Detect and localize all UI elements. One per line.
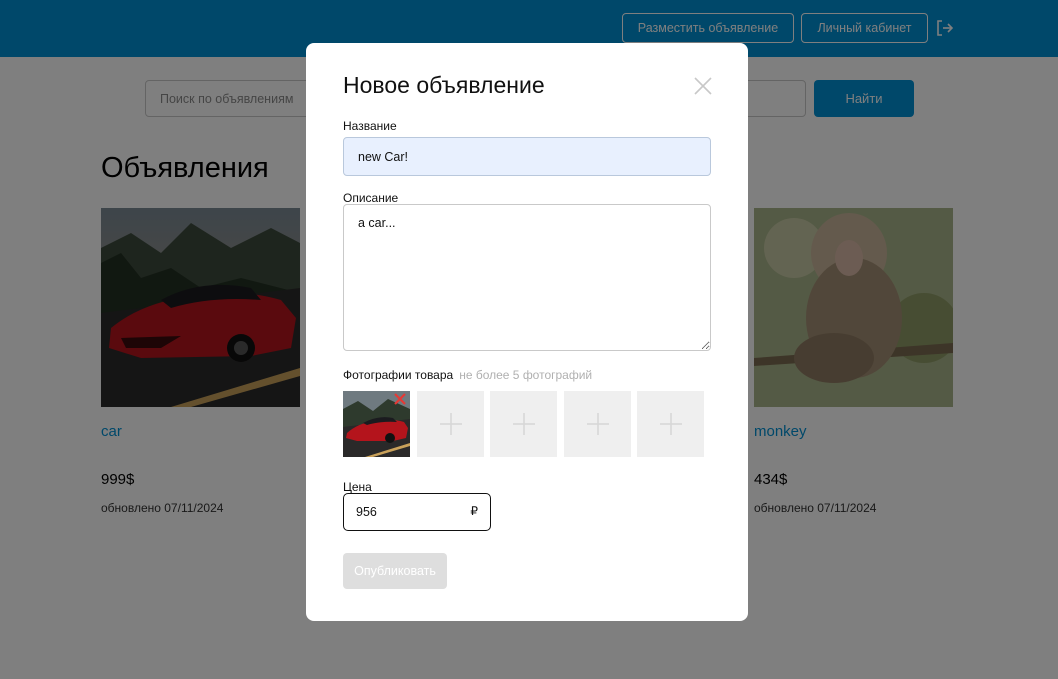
price-field[interactable] xyxy=(356,503,456,521)
name-label: Название xyxy=(343,119,397,133)
description-field[interactable]: a car... xyxy=(343,204,711,351)
add-photo-slot[interactable] xyxy=(490,391,557,457)
name-field[interactable] xyxy=(343,137,711,176)
currency-symbol: ₽ xyxy=(470,504,478,518)
price-field-wrapper[interactable]: ₽ xyxy=(343,493,491,531)
photos-limit-hint: не более 5 фотографий xyxy=(459,368,593,382)
remove-photo-icon[interactable] xyxy=(394,393,406,405)
plus-icon xyxy=(512,413,535,435)
add-photo-slot[interactable] xyxy=(564,391,631,457)
modal-title: Новое объявление xyxy=(343,72,545,98)
price-label: Цена xyxy=(343,480,372,494)
plus-icon xyxy=(439,413,462,435)
description-label: Описание xyxy=(343,191,399,205)
add-photo-slot[interactable] xyxy=(417,391,484,457)
photos-label: Фотографии товара не более 5 фотографий xyxy=(343,368,592,382)
add-photo-slot[interactable] xyxy=(637,391,704,457)
plus-icon xyxy=(586,413,609,435)
publish-button[interactable]: Опубликовать xyxy=(343,553,447,589)
close-icon[interactable] xyxy=(694,77,712,95)
photos-label-text: Фотографии товара xyxy=(343,368,454,382)
plus-icon xyxy=(659,413,682,435)
new-ad-modal: Новое объявление Название Описание a car… xyxy=(306,43,748,621)
